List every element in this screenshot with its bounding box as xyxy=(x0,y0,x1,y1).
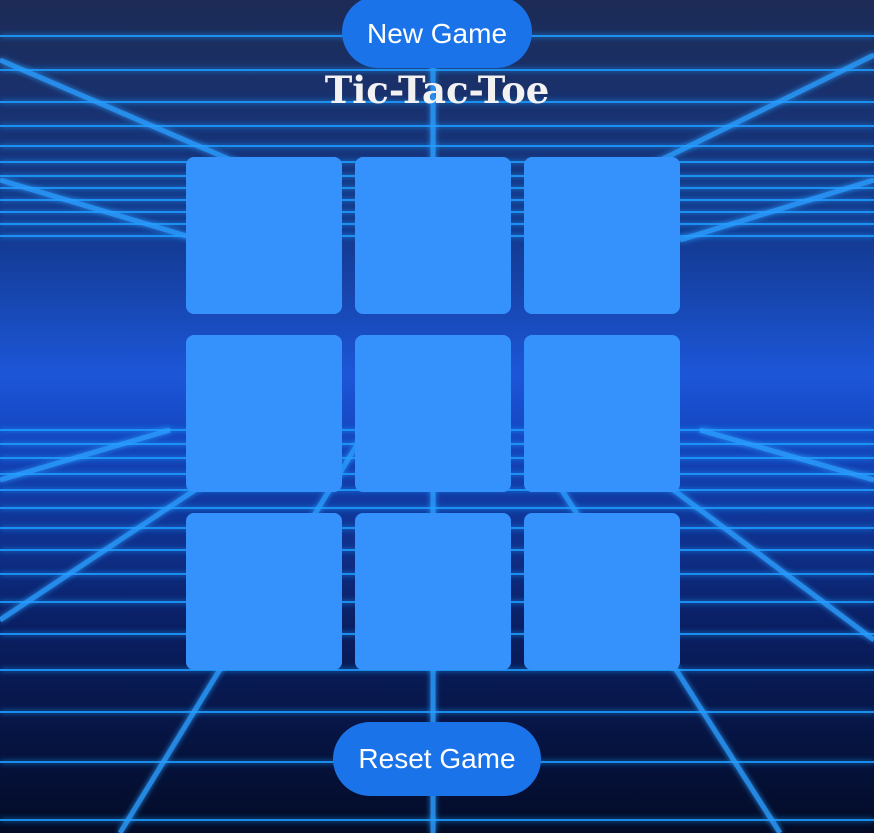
board-cell[interactable] xyxy=(186,513,342,670)
new-game-button[interactable]: New Game xyxy=(342,0,532,68)
board-cell[interactable] xyxy=(524,513,680,670)
board-cell[interactable] xyxy=(186,335,342,492)
board-cell[interactable] xyxy=(355,513,511,670)
board-cell[interactable] xyxy=(524,157,680,314)
board-cell[interactable] xyxy=(355,157,511,314)
board-cell[interactable] xyxy=(355,335,511,492)
reset-game-button[interactable]: Reset Game xyxy=(333,722,541,796)
board-cell[interactable] xyxy=(524,335,680,492)
game-board xyxy=(186,157,680,670)
board-cell[interactable] xyxy=(186,157,342,314)
game-title: Tic-Tac-Toe xyxy=(324,68,550,112)
